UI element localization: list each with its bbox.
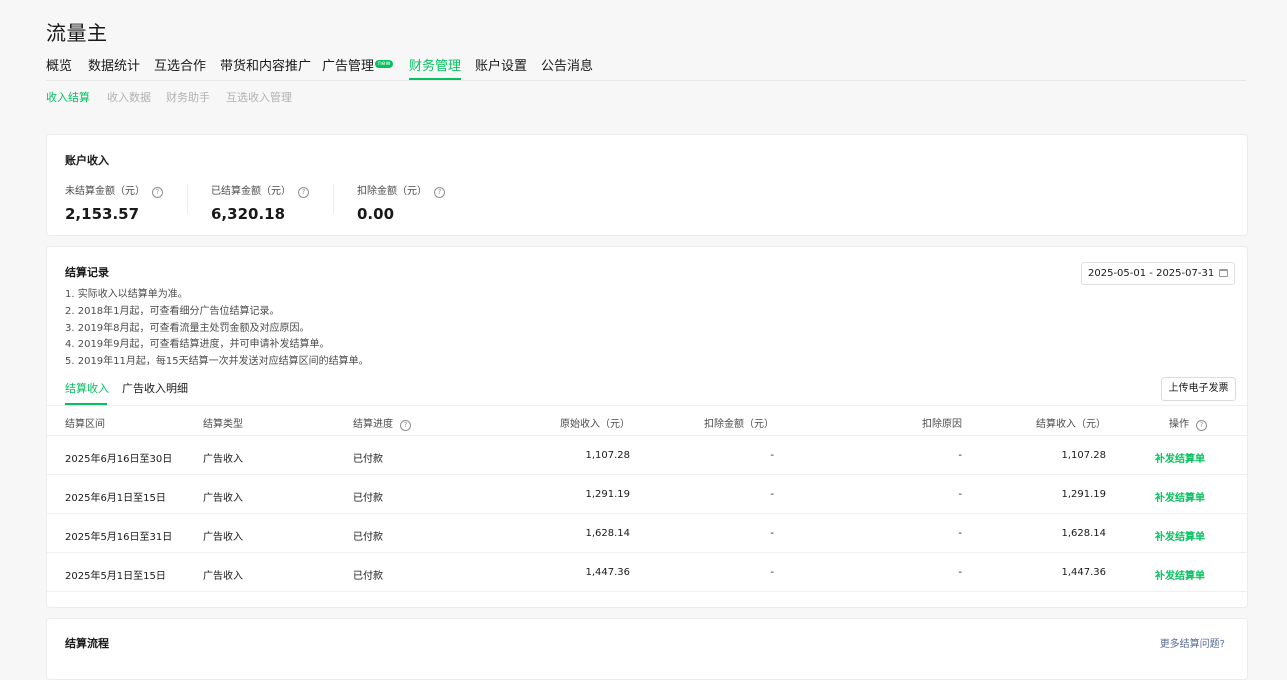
app-title: 流量主 bbox=[46, 21, 108, 45]
nav-tab-announcements[interactable]: 公告消息 bbox=[541, 58, 593, 80]
nav-tab-overview[interactable]: 概览 bbox=[46, 58, 72, 80]
cell-reason: - bbox=[958, 567, 962, 578]
cell-original: 1,291.19 bbox=[585, 489, 630, 500]
account-income-card: 账户收入 未结算金额（元）? 2,153.57 已结算金额（元）? 6,320.… bbox=[46, 134, 1248, 236]
metric-unsettled: 未结算金额（元）? 2,153.57 bbox=[65, 182, 163, 223]
nav-tab-mutual-selection[interactable]: 互选合作 bbox=[154, 58, 206, 80]
help-icon[interactable]: ? bbox=[1196, 420, 1207, 431]
help-icon[interactable]: ? bbox=[434, 187, 445, 198]
col-action: 操作? bbox=[1169, 415, 1207, 431]
nav-tab-account-settings[interactable]: 账户设置 bbox=[475, 58, 527, 80]
metric-unsettled-value: 2,153.57 bbox=[65, 205, 140, 223]
cell-reason: - bbox=[958, 528, 962, 539]
date-range-value: 2025-05-01 - 2025-07-31 bbox=[1088, 268, 1215, 279]
cell-reason: - bbox=[958, 489, 962, 500]
nav-tab-finance[interactable]: 财务管理 bbox=[409, 58, 462, 80]
nav-tab-statistics[interactable]: 数据统计 bbox=[88, 58, 140, 80]
cell-deducted: - bbox=[770, 528, 774, 539]
cell-period: 2025年6月16日至30日 bbox=[65, 454, 173, 465]
reissue-statement-link[interactable]: 补发结算单 bbox=[1155, 567, 1205, 582]
settlement-notes: 1. 实际收入以结算单为准。 2. 2018年1月起，可查看细分广告位结算记录。… bbox=[65, 287, 369, 371]
col-progress: 结算进度? bbox=[353, 415, 411, 431]
cell-type: 广告收入 bbox=[203, 454, 243, 465]
tab-ad-income-detail[interactable]: 广告收入明细 bbox=[122, 380, 188, 404]
upload-invoice-button[interactable]: 上传电子发票 bbox=[1161, 377, 1236, 401]
reissue-statement-link[interactable]: 补发结算单 bbox=[1155, 528, 1205, 543]
metric-divider bbox=[187, 184, 188, 214]
cell-settled: 1,628.14 bbox=[1061, 528, 1106, 539]
metric-settled: 已结算金额（元）? 6,320.18 bbox=[211, 182, 309, 223]
settlement-flow-card: 结算流程 更多结算问题? bbox=[46, 618, 1248, 680]
note-item: 2. 2018年1月起，可查看细分广告位结算记录。 bbox=[65, 305, 280, 317]
cell-type: 广告收入 bbox=[203, 532, 243, 543]
note-item: 5. 2019年11月起，每15天结算一次并发送对应结算区间的结算单。 bbox=[65, 356, 369, 368]
cell-progress: 已付款 bbox=[353, 571, 383, 582]
cell-progress: 已付款 bbox=[353, 493, 383, 504]
sub-nav-income-settlement[interactable]: 收入结算 bbox=[46, 89, 90, 105]
help-icon[interactable]: ? bbox=[298, 187, 309, 198]
cell-settled: 1,447.36 bbox=[1061, 567, 1106, 578]
col-settled: 结算收入（元） bbox=[1036, 419, 1106, 430]
table-row: 2025年5月16日至31日 广告收入 已付款 1,628.14 - - 1,6… bbox=[47, 513, 1247, 552]
new-badge: new bbox=[375, 60, 394, 68]
metric-divider bbox=[333, 184, 334, 214]
nav-tab-ad-management[interactable]: 广告管理 bbox=[322, 58, 374, 80]
table-row: 2025年5月1日至15日 广告收入 已付款 1,447.36 - - 1,44… bbox=[47, 552, 1247, 591]
cell-original: 1,447.36 bbox=[585, 567, 630, 578]
main-nav: 概览 数据统计 互选合作 带货和内容推广 广告管理 new 财务管理 账户设置 … bbox=[46, 58, 1246, 81]
cell-period: 2025年5月16日至31日 bbox=[65, 532, 173, 543]
cell-progress: 已付款 bbox=[353, 532, 383, 543]
col-period: 结算区间 bbox=[65, 419, 105, 430]
cell-period: 2025年6月1日至15日 bbox=[65, 493, 166, 504]
note-item: 4. 2019年9月起，可查看结算进度，并可申请补发结算单。 bbox=[65, 339, 330, 351]
col-deducted: 扣除金额（元） bbox=[704, 419, 774, 430]
tab-settlement-income[interactable]: 结算收入 bbox=[65, 380, 109, 405]
cell-reason: - bbox=[958, 450, 962, 461]
cell-settled: 1,291.19 bbox=[1061, 489, 1106, 500]
cell-period: 2025年5月1日至15日 bbox=[65, 571, 166, 582]
more-settlement-questions-link[interactable]: 更多结算问题? bbox=[1160, 635, 1225, 650]
cell-original: 1,628.14 bbox=[585, 528, 630, 539]
metric-settled-label: 已结算金额（元） bbox=[211, 186, 291, 197]
cell-type: 广告收入 bbox=[203, 493, 243, 504]
reissue-statement-link[interactable]: 补发结算单 bbox=[1155, 450, 1205, 465]
help-icon[interactable]: ? bbox=[400, 420, 411, 431]
settlement-records-title: 结算记录 bbox=[65, 266, 109, 279]
col-type: 结算类型 bbox=[203, 419, 243, 430]
metric-deducted-value: 0.00 bbox=[357, 205, 395, 223]
cell-type: 广告收入 bbox=[203, 571, 243, 582]
table-row: 2025年6月1日至15日 广告收入 已付款 1,291.19 - - 1,29… bbox=[47, 474, 1247, 513]
cell-settled: 1,107.28 bbox=[1061, 450, 1106, 461]
note-item: 1. 实际收入以结算单为准。 bbox=[65, 289, 188, 300]
sub-nav-mutual-income[interactable]: 互选收入管理 bbox=[226, 89, 292, 105]
cell-deducted: - bbox=[770, 567, 774, 578]
cell-deducted: - bbox=[770, 489, 774, 500]
sub-nav-income-data[interactable]: 收入数据 bbox=[107, 89, 151, 105]
help-icon[interactable]: ? bbox=[152, 187, 163, 198]
cell-original: 1,107.28 bbox=[585, 450, 630, 461]
col-reason: 扣除原因 bbox=[922, 419, 962, 430]
metric-unsettled-label: 未结算金额（元） bbox=[65, 186, 145, 197]
account-income-title: 账户收入 bbox=[65, 154, 109, 167]
table-end bbox=[47, 591, 1247, 606]
settlement-records-card: 结算记录 2025-05-01 - 2025-07-31 1. 实际收入以结算单… bbox=[46, 246, 1248, 608]
sub-nav-finance-assistant[interactable]: 财务助手 bbox=[166, 89, 210, 105]
date-range-picker[interactable]: 2025-05-01 - 2025-07-31 bbox=[1081, 262, 1235, 285]
col-original: 原始收入（元） bbox=[560, 419, 630, 430]
settlement-table: 结算区间 结算类型 结算进度? 原始收入（元） 扣除金额（元） 扣除原因 结算收… bbox=[47, 405, 1247, 606]
cell-progress: 已付款 bbox=[353, 454, 383, 465]
metric-deducted: 扣除金额（元）? 0.00 bbox=[357, 182, 445, 223]
note-item: 3. 2019年8月起，可查看流量主处罚金额及对应原因。 bbox=[65, 322, 310, 334]
reissue-statement-link[interactable]: 补发结算单 bbox=[1155, 489, 1205, 504]
table-row: 2025年6月16日至30日 广告收入 已付款 1,107.28 - - 1,1… bbox=[47, 435, 1247, 474]
table-header: 结算区间 结算类型 结算进度? 原始收入（元） 扣除金额（元） 扣除原因 结算收… bbox=[47, 405, 1247, 435]
settlement-flow-title: 结算流程 bbox=[65, 637, 109, 650]
calendar-icon bbox=[1219, 269, 1228, 277]
metric-deducted-label: 扣除金额（元） bbox=[357, 186, 427, 197]
cell-deducted: - bbox=[770, 450, 774, 461]
nav-tab-content-promotion[interactable]: 带货和内容推广 bbox=[220, 58, 311, 80]
metric-settled-value: 6,320.18 bbox=[211, 205, 286, 223]
